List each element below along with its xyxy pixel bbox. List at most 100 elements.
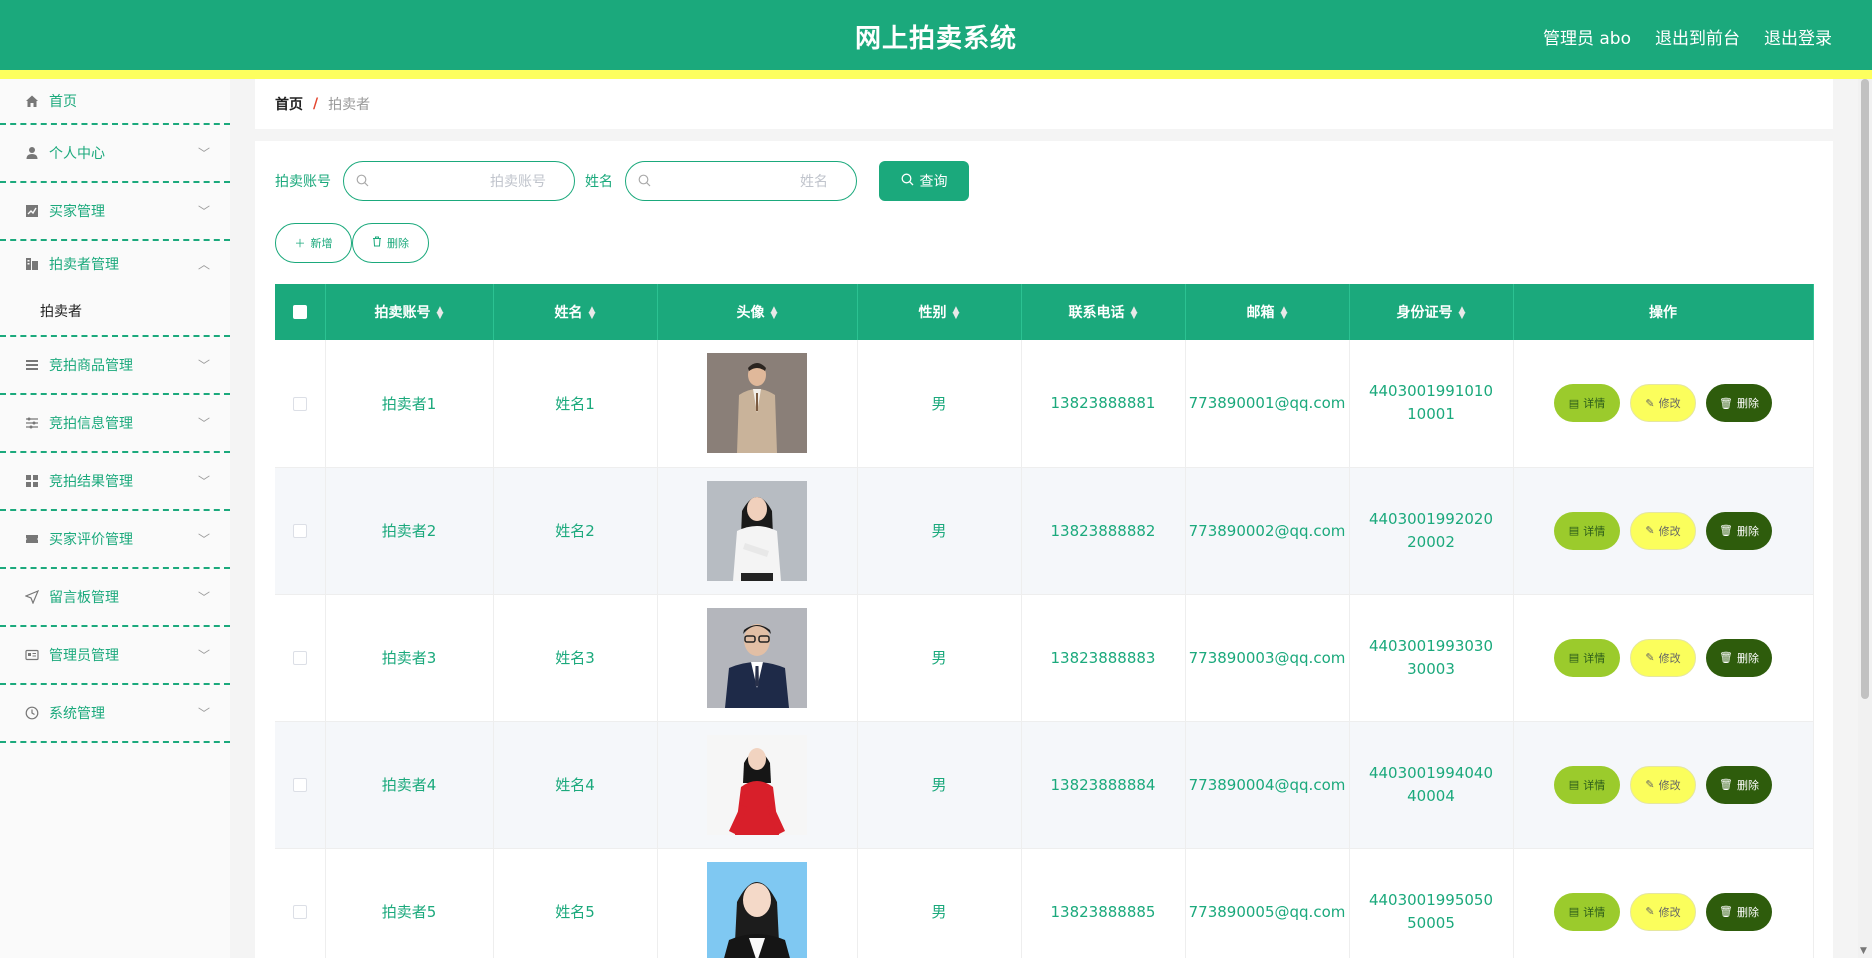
delete-button[interactable]: 🗑 删除 (1706, 892, 1772, 931)
trash-icon: 🗑 (1719, 651, 1733, 664)
delete-button[interactable]: 🗑 删除 (1706, 765, 1772, 804)
edit-button[interactable]: ✎ 修改 (1630, 384, 1696, 423)
account-search-input[interactable] (396, 171, 546, 193)
account-search-box (343, 161, 575, 201)
table-row: 拍卖者5 姓名5 男 13823888885 773890005@qq.com … (275, 848, 1814, 958)
delete-button[interactable]: 🗑 删除 (1706, 384, 1772, 423)
delete-button[interactable]: 🗑 删除 (1706, 511, 1772, 550)
sidebar-item-auction-result-management[interactable]: 竞拍结果管理 ﹀ (0, 453, 230, 511)
sort-icon[interactable]: ▲ ▼ (1281, 306, 1288, 321)
page-scrollbar[interactable]: ▼ (1858, 79, 1872, 958)
select-all-checkbox[interactable] (292, 305, 307, 319)
column-header-label: 身份证号 (1396, 305, 1453, 321)
edit-button[interactable]: ✎ 修改 (1630, 638, 1696, 677)
table-row: 拍卖者4 姓名4 男 13823888884 773890004@qq.com … (275, 721, 1814, 849)
row-checkbox[interactable] (292, 905, 307, 919)
table-row: 拍卖者1 姓名1 男 13823888881 773890001@qq.com … (275, 340, 1814, 468)
chevron-down-icon: ﹀ (197, 146, 210, 161)
edit-button[interactable]: ✎ 修改 (1630, 511, 1696, 550)
sidebar-item-personal-center[interactable]: 个人中心 ﹀ (0, 125, 230, 183)
sidebar-item-home[interactable]: 首页 (0, 79, 230, 125)
detail-button[interactable]: ▤ 详情 (1554, 765, 1620, 804)
detail-button[interactable]: ▤ 详情 (1554, 384, 1620, 423)
select-all-header (275, 284, 326, 340)
plus-icon: ＋ (294, 237, 306, 250)
row-checkbox[interactable] (292, 396, 307, 411)
column-header-gender[interactable]: 性别 ▲ ▼ (857, 284, 1022, 340)
sort-icon[interactable]: ▲ ▼ (1459, 306, 1466, 321)
grid-icon (24, 473, 40, 489)
add-button[interactable]: ＋ 新增 (275, 223, 352, 263)
exit-to-frontend-link[interactable]: 退出到前台 (1655, 24, 1740, 49)
top-header: 网上拍卖系统 管理员 abo 退出到前台 退出登录 (0, 0, 1872, 70)
sidebar-item-admin-management[interactable]: 管理员管理 ﹀ (0, 627, 230, 685)
chart-icon (24, 203, 40, 219)
toolbar: ＋ 新增 删除 (275, 223, 429, 263)
avatar (707, 861, 807, 958)
logout-link[interactable]: 退出登录 (1764, 24, 1832, 49)
chevron-down-icon: ﹀ (197, 532, 210, 547)
sidebar-item-seller-management[interactable]: 拍卖者管理 ︿ (0, 241, 230, 287)
edit-button[interactable]: ✎ 修改 (1630, 765, 1696, 804)
sort-icon[interactable]: ▲ ▼ (771, 306, 778, 321)
cell-email: 773890002@qq.com (1185, 467, 1350, 595)
cell-email: 773890001@qq.com (1185, 340, 1350, 468)
sort-icon[interactable]: ▲ ▼ (1131, 306, 1138, 321)
edit-button[interactable]: ✎ 修改 (1630, 892, 1696, 931)
sidebar-item-buyer-review-management[interactable]: 买家评价管理 ﹀ (0, 511, 230, 569)
cell-account: 拍卖者2 (325, 467, 494, 595)
chevron-down-icon: ﹀ (197, 416, 210, 431)
detail-button[interactable]: ▤ 详情 (1554, 511, 1620, 550)
search-icon (356, 174, 369, 191)
cell-phone: 13823888884 (1021, 721, 1186, 849)
column-header-account[interactable]: 拍卖账号 ▲ ▼ (325, 284, 494, 340)
sort-icon[interactable]: ▲ ▼ (953, 306, 960, 321)
sort-icon[interactable]: ▲ ▼ (589, 306, 596, 321)
batch-delete-button[interactable]: 删除 (352, 223, 429, 263)
scroll-down-arrow-icon[interactable]: ▼ (1860, 946, 1867, 956)
delete-button[interactable]: 🗑 删除 (1706, 638, 1772, 677)
sort-icon[interactable]: ▲ ▼ (437, 306, 444, 321)
detail-button[interactable]: ▤ 详情 (1554, 638, 1620, 677)
edit-button-label: 修改 (1658, 905, 1681, 919)
search-icon (901, 173, 914, 189)
breadcrumb-current: 拍卖者 (328, 97, 371, 113)
column-header-avatar[interactable]: 头像 ▲ ▼ (657, 284, 858, 340)
sidebar-item-auction-goods-management[interactable]: 竞拍商品管理 ﹀ (0, 337, 230, 395)
sidebar-item-buyer-management[interactable]: 买家管理 ﹀ (0, 183, 230, 241)
column-header-name[interactable]: 姓名 ▲ ▼ (493, 284, 658, 340)
column-header-label: 操作 (1649, 305, 1677, 321)
sidebar-item-auction-info-management[interactable]: 竞拍信息管理 ﹀ (0, 395, 230, 453)
column-header-phone[interactable]: 联系电话 ▲ ▼ (1021, 284, 1186, 340)
sidebar-item-label: 竞拍结果管理 (49, 474, 133, 490)
scrollbar-thumb[interactable] (1861, 79, 1869, 699)
sidebar-item-label: 买家评价管理 (49, 532, 133, 548)
delete-button-label: 删除 (1736, 397, 1759, 411)
header-accent-stripe (0, 70, 1872, 79)
cell-phone: 13823888883 (1021, 594, 1186, 722)
chevron-down-icon: ﹀ (197, 648, 210, 663)
sidebar-item-label: 拍卖者管理 (49, 257, 119, 273)
sidebar-item-message-board-management[interactable]: 留言板管理 ﹀ (0, 569, 230, 627)
sidebar-subitem-seller[interactable]: 拍卖者 (0, 287, 230, 337)
edit-button-label: 修改 (1658, 524, 1681, 538)
query-button-label: 查询 (919, 173, 948, 189)
row-checkbox[interactable] (292, 651, 307, 665)
row-checkbox[interactable] (292, 778, 307, 792)
breadcrumb-home[interactable]: 首页 (275, 94, 303, 114)
name-search-input[interactable] (678, 171, 828, 193)
edit-button-label: 修改 (1658, 778, 1681, 792)
detail-button[interactable]: ▤ 详情 (1554, 892, 1620, 931)
sidebar-item-system-management[interactable]: 系统管理 ﹀ (0, 685, 230, 743)
cell-account: 拍卖者5 (325, 848, 494, 958)
row-checkbox[interactable] (292, 524, 307, 538)
cell-account: 拍卖者3 (325, 594, 494, 722)
column-header-email[interactable]: 邮箱 ▲ ▼ (1185, 284, 1350, 340)
query-button[interactable]: 查询 (879, 161, 969, 201)
delete-button-label: 删除 (1736, 905, 1759, 919)
detail-button-label: 详情 (1583, 397, 1606, 411)
cell-id-number: 440300199303030003 (1368, 636, 1494, 678)
column-header-id-number[interactable]: 身份证号 ▲ ▼ (1349, 284, 1514, 340)
name-search-label: 姓名 (585, 174, 613, 190)
cell-gender: 男 (857, 340, 1022, 468)
